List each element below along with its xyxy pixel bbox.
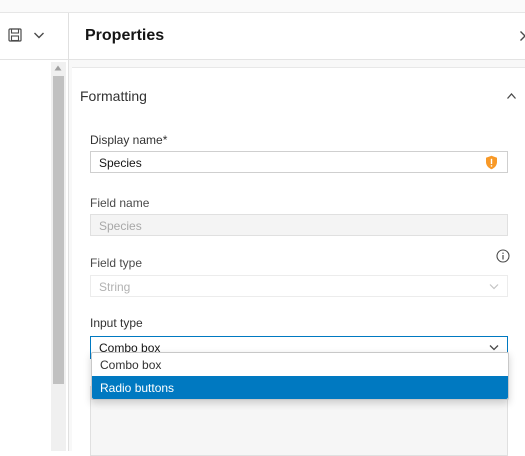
- display-name-input[interactable]: Species: [90, 151, 508, 173]
- window-top-strip: [0, 0, 525, 13]
- chevron-down-icon[interactable]: [489, 344, 499, 351]
- chevron-right-icon[interactable]: [519, 30, 525, 42]
- field-name-input: Species: [90, 214, 508, 236]
- save-icon[interactable]: [8, 28, 22, 42]
- chevron-up-icon[interactable]: [506, 92, 517, 100]
- warning-shield-icon: [486, 155, 497, 170]
- input-type-label: Input type: [90, 316, 143, 330]
- field-type-label: Field type: [90, 256, 143, 270]
- section-title[interactable]: Formatting: [80, 88, 147, 104]
- display-name-value: Species: [99, 156, 142, 170]
- scrollbar-thumb[interactable]: [53, 76, 64, 384]
- field-name-label: Field name: [90, 196, 150, 210]
- chevron-down-icon: [489, 284, 499, 290]
- field-type-select: String: [90, 275, 508, 297]
- field-name-value: Species: [99, 219, 142, 233]
- option-combo-box[interactable]: Combo box: [92, 353, 508, 376]
- chevron-down-icon[interactable]: [33, 31, 45, 40]
- panel-title: Properties: [85, 27, 165, 44]
- info-icon[interactable]: [496, 249, 510, 263]
- scroll-up-arrow-icon[interactable]: [53, 64, 63, 72]
- left-toolbar: [0, 13, 68, 60]
- input-type-dropdown: Combo box Radio buttons: [91, 352, 509, 400]
- field-type-value: String: [99, 280, 131, 294]
- option-radio-buttons[interactable]: Radio buttons: [92, 376, 508, 399]
- display-name-label: Display name*: [90, 133, 168, 147]
- panel-header: Properties: [69, 13, 525, 60]
